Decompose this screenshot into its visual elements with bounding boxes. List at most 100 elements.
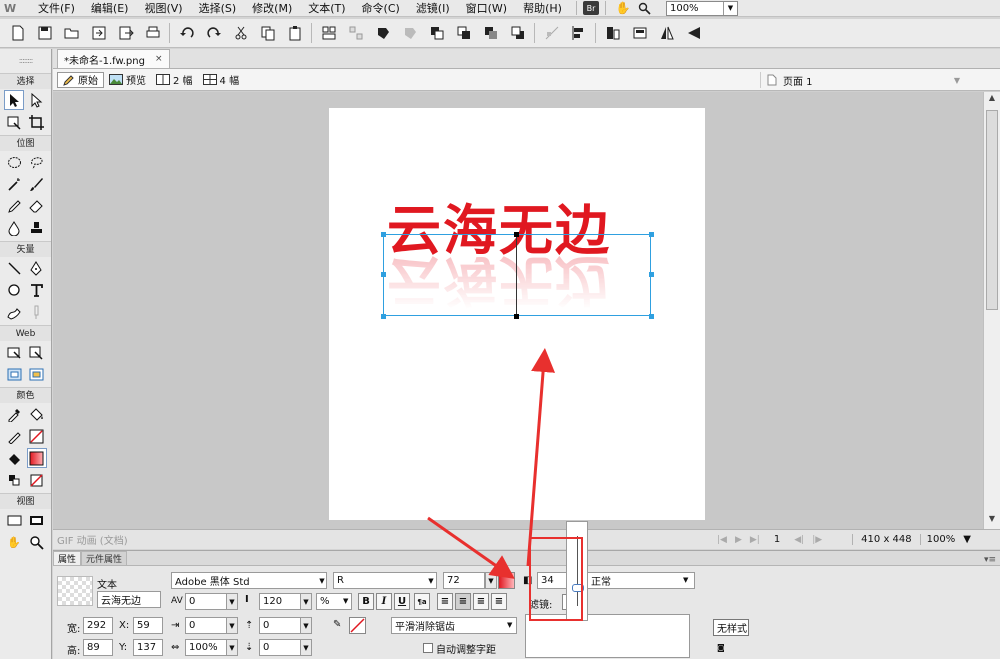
first-frame-icon[interactable]: |◀: [717, 535, 727, 545]
stroke-color-icon[interactable]: [4, 426, 24, 446]
menu-commands[interactable]: 命令(C): [354, 0, 408, 16]
scale-tool-icon[interactable]: [4, 112, 24, 132]
pen-tool-icon[interactable]: [27, 258, 47, 278]
text-options-icon[interactable]: ¶a: [414, 593, 430, 610]
send-backward-icon[interactable]: [477, 22, 504, 44]
next-frame-icon[interactable]: |▶: [812, 535, 822, 545]
undo-icon[interactable]: [173, 22, 200, 44]
align-icon[interactable]: [565, 22, 592, 44]
kerning-field[interactable]: 0: [185, 593, 227, 610]
freeform-tool-icon[interactable]: [4, 302, 24, 322]
lasso-tool-icon[interactable]: [27, 152, 47, 172]
view-2up-button[interactable]: 2 幅: [151, 72, 198, 88]
view-4up-button[interactable]: 4 幅: [198, 72, 245, 88]
crop-tool-icon[interactable]: [27, 112, 47, 132]
kerning-dropdown[interactable]: ▼: [226, 593, 238, 610]
tab-symbol-properties[interactable]: 元件属性: [81, 551, 128, 565]
space-after-field[interactable]: 0: [259, 639, 301, 656]
status-zoom[interactable]: 100% ▼: [919, 534, 977, 545]
blend-mode-select[interactable]: 正常: [587, 572, 695, 589]
artboard[interactable]: 云海无边 云海无边: [329, 108, 705, 520]
rotate-left-icon[interactable]: [599, 22, 626, 44]
leading-dropdown[interactable]: ▼: [300, 593, 312, 610]
font-size-field[interactable]: 72: [443, 572, 485, 589]
menu-view[interactable]: 视图(V): [136, 0, 190, 16]
horizontal-scale-dropdown[interactable]: ▼: [226, 639, 238, 656]
auto-kern-checkbox[interactable]: [423, 643, 433, 653]
send-back-icon[interactable]: [504, 22, 531, 44]
menu-edit[interactable]: 编辑(E): [83, 0, 137, 16]
font-size-dropdown[interactable]: ▼: [485, 572, 497, 589]
bold-button[interactable]: B: [358, 593, 374, 610]
last-frame-icon[interactable]: ▶|: [750, 535, 760, 545]
object-name-field[interactable]: 云海无边: [97, 591, 161, 608]
space-after-dropdown[interactable]: ▼: [300, 639, 312, 656]
leading-field[interactable]: 120: [259, 593, 301, 610]
selection-handle-ml[interactable]: [381, 272, 386, 277]
zoom-icon[interactable]: [634, 1, 656, 16]
menu-filters[interactable]: 滤镜(I): [408, 0, 458, 16]
subselect-tool-icon[interactable]: [27, 90, 47, 110]
menu-modify[interactable]: 修改(M): [244, 0, 300, 16]
stroke-color-swatch[interactable]: [349, 617, 366, 634]
paint-bucket-icon[interactable]: [27, 404, 47, 424]
print-icon[interactable]: [139, 22, 166, 44]
cut-icon[interactable]: [227, 22, 254, 44]
width-field[interactable]: 292: [83, 617, 113, 634]
selection-handle-tc[interactable]: [514, 232, 519, 237]
vertical-scrollbar[interactable]: ▲ ▼: [983, 92, 1000, 529]
slice-tool-icon[interactable]: [27, 342, 47, 362]
eyedropper-icon[interactable]: [4, 404, 24, 424]
group-icon[interactable]: [315, 22, 342, 44]
align-left-icon[interactable]: ≡: [437, 593, 453, 610]
font-family-select[interactable]: Adobe 黑体 Std: [171, 572, 327, 589]
align-center-icon[interactable]: ≡: [455, 593, 471, 610]
standard-screen-icon[interactable]: [4, 510, 24, 530]
new-file-icon[interactable]: [4, 22, 31, 44]
flip-vertical-icon[interactable]: [680, 22, 707, 44]
view-original-button[interactable]: 原始: [57, 71, 104, 88]
scroll-down-icon[interactable]: ▼: [984, 514, 1000, 528]
selection-handle-mr[interactable]: [649, 272, 654, 277]
document-tab[interactable]: *未命名-1.fw.png ×: [57, 49, 170, 68]
zoom-select[interactable]: 100% ▼: [665, 0, 738, 16]
split-icon[interactable]: [396, 22, 423, 44]
text-tool-icon[interactable]: [27, 280, 47, 300]
fill-swatch[interactable]: [26, 448, 47, 468]
hide-slices-icon[interactable]: [4, 364, 24, 384]
text-color-swatch[interactable]: [498, 572, 515, 589]
y-field[interactable]: 137: [133, 639, 163, 656]
fill-color-icon[interactable]: [4, 448, 24, 468]
menu-help[interactable]: 帮助(H): [515, 0, 570, 16]
rotate-right-icon[interactable]: [626, 22, 653, 44]
close-icon[interactable]: ×: [155, 54, 163, 64]
knife-tool-icon[interactable]: [27, 302, 47, 322]
pointer-tool-icon[interactable]: [4, 90, 25, 110]
export-icon[interactable]: [112, 22, 139, 44]
selection-handle-tr[interactable]: [649, 232, 654, 237]
align-justify-icon[interactable]: ≡: [491, 593, 507, 610]
rubber-stamp-icon[interactable]: [27, 218, 47, 238]
hand-tool-icon[interactable]: ✋: [4, 532, 24, 552]
marquee-tool-icon[interactable]: [4, 152, 24, 172]
italic-button[interactable]: I: [376, 593, 392, 610]
space-before-field[interactable]: 0: [259, 617, 301, 634]
scroll-up-icon[interactable]: ▲: [984, 93, 1000, 107]
horizontal-scale-field[interactable]: 100%: [185, 639, 227, 656]
style-button[interactable]: 无样式: [713, 619, 749, 636]
pencil-tool-icon[interactable]: [4, 196, 24, 216]
no-color-icon[interactable]: [27, 470, 47, 490]
view-preview-button[interactable]: 预览: [104, 72, 151, 88]
selection-handle-br[interactable]: [649, 314, 654, 319]
antialias-select[interactable]: 平滑消除锯齿: [391, 617, 517, 634]
menu-file[interactable]: 文件(F): [30, 0, 83, 16]
full-screen-menu-icon[interactable]: [27, 510, 47, 530]
zoom-tool-icon[interactable]: [27, 532, 47, 552]
panel-grip[interactable]: ::::::::: [0, 49, 51, 71]
underline-button[interactable]: U: [394, 593, 410, 610]
stroke-pen-icon[interactable]: ✎: [333, 619, 341, 630]
eraser-tool-icon[interactable]: [27, 196, 47, 216]
selection-handle-tl[interactable]: [381, 232, 386, 237]
brush-tool-icon[interactable]: [27, 174, 47, 194]
paste-icon[interactable]: [281, 22, 308, 44]
